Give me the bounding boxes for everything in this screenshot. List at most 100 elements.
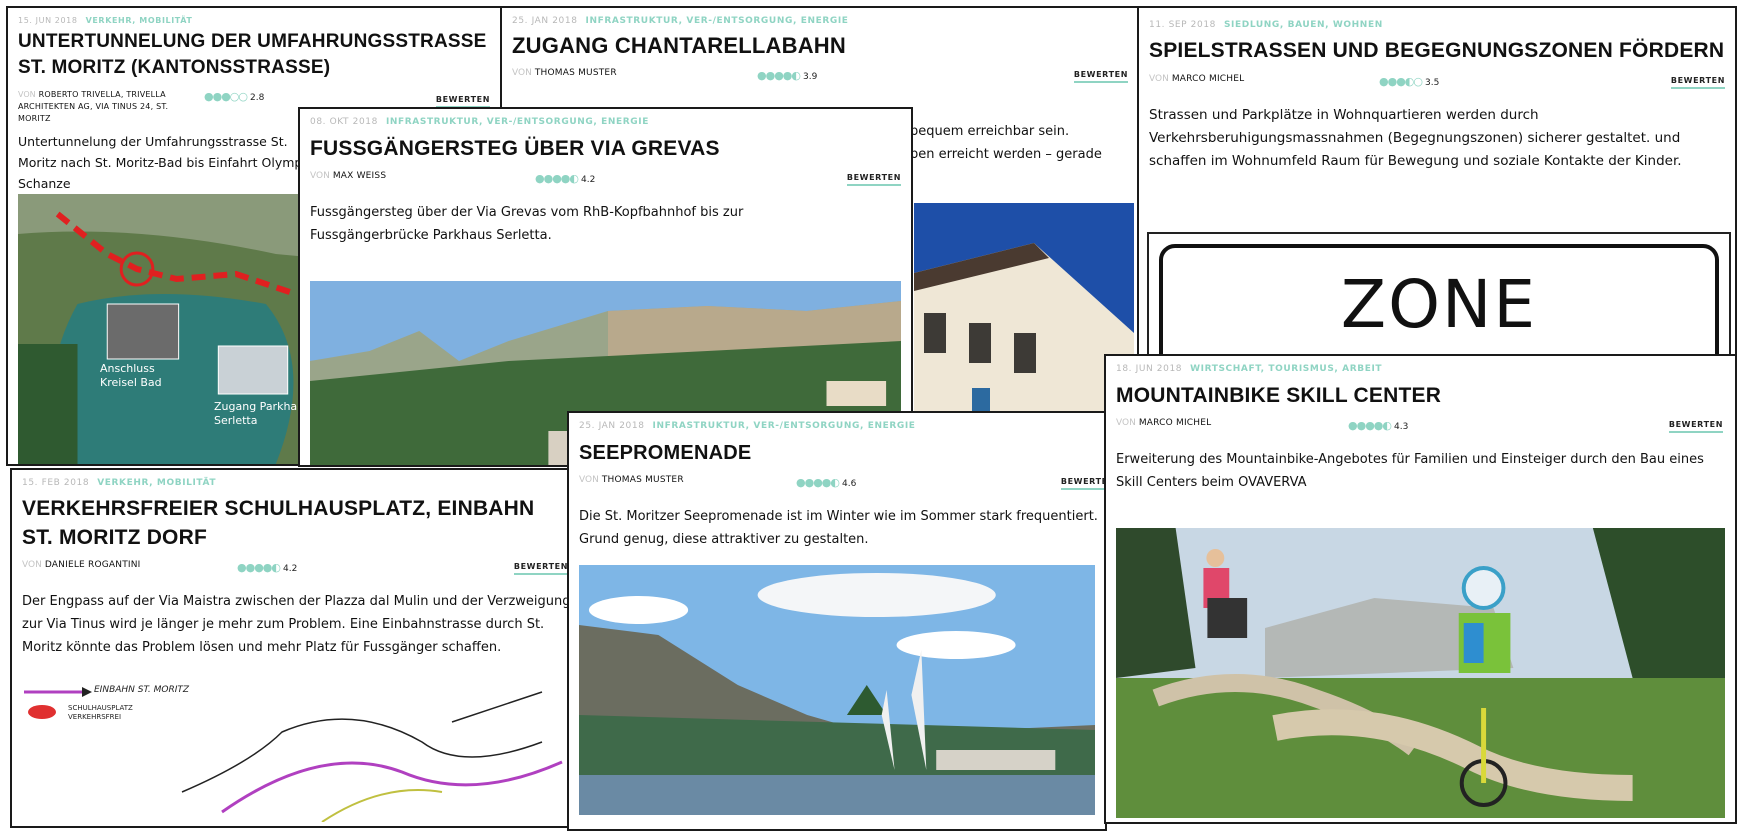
card-author: DANIELE ROGANTINI xyxy=(44,560,141,570)
rating-dots-icon: ●●●●◐ xyxy=(796,476,840,489)
byline-von: VON xyxy=(18,90,36,99)
card-title[interactable]: VERKEHRSFREIER SCHULHAUSPLATZ, EINBAHN S… xyxy=(22,494,562,552)
zone-sign-text: ZONE xyxy=(1340,266,1538,343)
card-date: 08. OKT 2018 xyxy=(310,117,378,127)
card-title[interactable]: SPIELSTRASSEN UND BEGEGNUNGSZONEN FÖRDER… xyxy=(1149,36,1725,66)
card-byline: VON MARCO MICHEL ●●●●◐ 4.3 BEWERTEN xyxy=(1116,418,1725,440)
card-seepromenade[interactable]: 25. JAN 2018 INFRASTRUKTUR, VER-/ENTSORGU… xyxy=(567,411,1107,831)
card-meta: 18. JUN 2018 WIRTSCHAFT, TOURISMUS, ARBEI… xyxy=(1116,364,1725,374)
legend-label: VERKEHRSFREI xyxy=(68,713,122,721)
byline-von: VON xyxy=(22,560,42,570)
legend-label: EINBAHN ST. MORITZ xyxy=(94,685,190,695)
sketch-map xyxy=(24,687,563,823)
map-label: Zugang Parkhaus xyxy=(214,400,310,413)
card-byline: VON DANIELE ROGANTINI ●●●●◐ 4.2 BEWERTEN xyxy=(22,560,568,582)
card-description: bequem erreichbar sein. ben erreicht wer… xyxy=(910,120,1102,166)
card-rating: ●●●◐○ 3.5 xyxy=(1379,75,1439,88)
card-category[interactable]: VERKEHR, MOBILITÄT xyxy=(97,478,216,488)
card-byline: VON THOMAS MUSTER ●●●●◐ 3.9 BEWERTEN xyxy=(512,68,1128,90)
card-mountainbike[interactable]: 18. JUN 2018 WIRTSCHAFT, TOURISMUS, ARBEI… xyxy=(1104,354,1737,824)
card-author: MARCO MICHEL xyxy=(1171,74,1245,84)
byline-von: VON xyxy=(579,475,599,485)
rate-button[interactable]: BEWERTEN xyxy=(846,173,901,186)
rating-value: 4.3 xyxy=(1394,422,1409,432)
rating-dots-icon: ●●●○○ xyxy=(204,90,248,103)
rate-button[interactable]: BEWERTEN xyxy=(1073,70,1128,83)
card-category[interactable]: WIRTSCHAFT, TOURISMUS, ARBEIT xyxy=(1190,364,1382,374)
card-date: 18. JUN 2018 xyxy=(1116,364,1183,374)
card-spielstrassen[interactable]: 11. SEP 2018 SIEDLUNG, BAUEN, WOHNEN SPIE… xyxy=(1137,6,1737,406)
rate-button[interactable]: BEWERTEN xyxy=(513,562,568,575)
card-meta: 25. JAN 2018 INFRASTRUKTUR, VER-/ENTSORGU… xyxy=(579,421,1095,431)
card-title[interactable]: ZUGANG CHANTARELLABAHN xyxy=(512,32,1128,60)
card-byline: VONTHOMAS MUSTER ●●●●◐4.6 BEWERTEN xyxy=(579,475,1105,497)
card-schulhausplatz[interactable]: 15. FEB 2018 VERKEHR, MOBILITÄT VERKEHRSF… xyxy=(10,468,570,828)
rating-dots-icon: ●●●●◐ xyxy=(757,69,801,82)
card-category[interactable]: INFRASTRUKTUR, VER-/ENTSORGUNG, ENERGIE xyxy=(653,421,916,431)
byline-von: VON xyxy=(310,171,330,181)
byline-von: VON xyxy=(1149,74,1169,84)
legend-label: SCHULHAUSPLATZ xyxy=(68,704,133,712)
card-category[interactable]: SIEDLUNG, BAUEN, WOHNEN xyxy=(1224,20,1383,30)
card-date: 11. SEP 2018 xyxy=(1149,20,1216,30)
card-author: THOMAS MUSTER xyxy=(534,68,617,78)
card-rating: ●●●●◐ 4.2 xyxy=(535,172,595,185)
card-description-line: bequem erreichbar sein. xyxy=(910,124,1070,139)
card-date: 25. JAN 2018 xyxy=(512,16,578,26)
card-author-name: ROBERTO TRIVELLA, TRIVELLA ARCHITEKTEN A… xyxy=(18,90,169,123)
card-meta: 15. JUN 2018 VERKEHR, MOBILITÄT xyxy=(18,16,490,25)
card-byline: VON MAX WEISS ●●●●◐ 4.2 BEWERTEN xyxy=(310,171,901,193)
card-category[interactable]: INFRASTRUKTUR, VER-/ENTSORGUNG, ENERGIE xyxy=(586,16,849,26)
card-meta: 08. OKT 2018 INFRASTRUKTUR, VER-/ENTSORGU… xyxy=(310,117,901,127)
byline-von: VON xyxy=(1116,418,1136,428)
rating-value: 4.6 xyxy=(842,479,857,489)
map-label: Serletta xyxy=(214,414,258,427)
card-meta: 15. FEB 2018 VERKEHR, MOBILITÄT xyxy=(22,478,558,488)
rating-value: 4.2 xyxy=(581,175,596,185)
rate-button[interactable]: BEWERTEN xyxy=(1670,76,1725,89)
card-rating: ●●●●◐ 4.2 xyxy=(237,561,297,574)
card-category[interactable]: VERKEHR, MOBILITÄT xyxy=(86,16,193,25)
card-author: VON ROBERTO TRIVELLA, TRIVELLA ARCHITEKTE… xyxy=(18,89,178,125)
lake-photo xyxy=(579,565,1095,815)
building-photo xyxy=(914,203,1134,444)
card-description: Die St. Moritzer Seepromenade ist im Win… xyxy=(579,509,1098,547)
card-rating: ●●●○○ 2.8 xyxy=(204,90,264,103)
card-image xyxy=(579,565,1095,815)
rating-value: 2.8 xyxy=(250,93,265,103)
card-author: THOMAS MUSTER xyxy=(601,475,684,485)
card-description: Fussgängersteg über der Via Grevas vom R… xyxy=(310,205,744,243)
byline-von: VON xyxy=(512,68,532,78)
rating-dots-icon: ●●●●◐ xyxy=(1348,419,1392,432)
card-meta: 11. SEP 2018 SIEDLUNG, BAUEN, WOHNEN xyxy=(1149,20,1725,30)
rate-button[interactable]: BEWERTEN xyxy=(1060,477,1105,490)
rating-value: 3.9 xyxy=(803,72,818,82)
card-title[interactable]: SEEPROMENADE xyxy=(579,439,1095,467)
card-rating: ●●●●◐ 3.9 xyxy=(757,69,817,82)
rating-value: 3.5 xyxy=(1425,78,1440,88)
card-description-line: ben erreicht werden – gerade xyxy=(910,147,1102,162)
card-description: Erweiterung des Mountainbike-Angebotes f… xyxy=(1116,452,1704,490)
card-date: 15. FEB 2018 xyxy=(22,478,90,488)
card-category[interactable]: INFRASTRUKTUR, VER-/ENTSORGUNG, ENERGIE xyxy=(386,117,649,127)
kids-bike-photo xyxy=(1116,528,1725,818)
card-image xyxy=(914,203,1134,444)
card-author: MAX WEISS xyxy=(332,171,387,181)
rate-button[interactable]: BEWERTEN xyxy=(1668,420,1723,433)
card-date: 15. JUN 2018 xyxy=(18,16,78,25)
rating-dots-icon: ●●●●◐ xyxy=(237,561,281,574)
card-meta: 25. JAN 2018 INFRASTRUKTUR, VER-/ENTSORGU… xyxy=(512,16,1128,26)
card-title[interactable]: MOUNTAINBIKE SKILL CENTER xyxy=(1116,382,1725,410)
card-title[interactable]: FUSSGÄNGERSTEG ÜBER VIA GREVAS xyxy=(310,135,901,163)
card-image: EINBAHN ST. MORITZ SCHULHAUSPLATZ VERKEH… xyxy=(22,682,567,823)
card-rating: ●●●●◐ 4.6 xyxy=(796,476,856,489)
map-label: Kreisel Bad xyxy=(100,376,162,389)
rating-dots-icon: ●●●◐○ xyxy=(1379,75,1423,88)
card-title[interactable]: UNTERTUNNELUNG DER UMFAHRUNGSSTRASSE ST.… xyxy=(18,29,490,81)
card-image xyxy=(1116,528,1725,818)
card-description: Untertunnelung der Umfahrungsstrasse St.… xyxy=(18,134,314,191)
rating-dots-icon: ●●●●◐ xyxy=(535,172,579,185)
card-author: MARCO MICHEL xyxy=(1138,418,1212,428)
card-description: Der Engpass auf der Via Maistra zwischen… xyxy=(22,594,570,655)
card-rating: ●●●●◐ 4.3 xyxy=(1348,419,1408,432)
